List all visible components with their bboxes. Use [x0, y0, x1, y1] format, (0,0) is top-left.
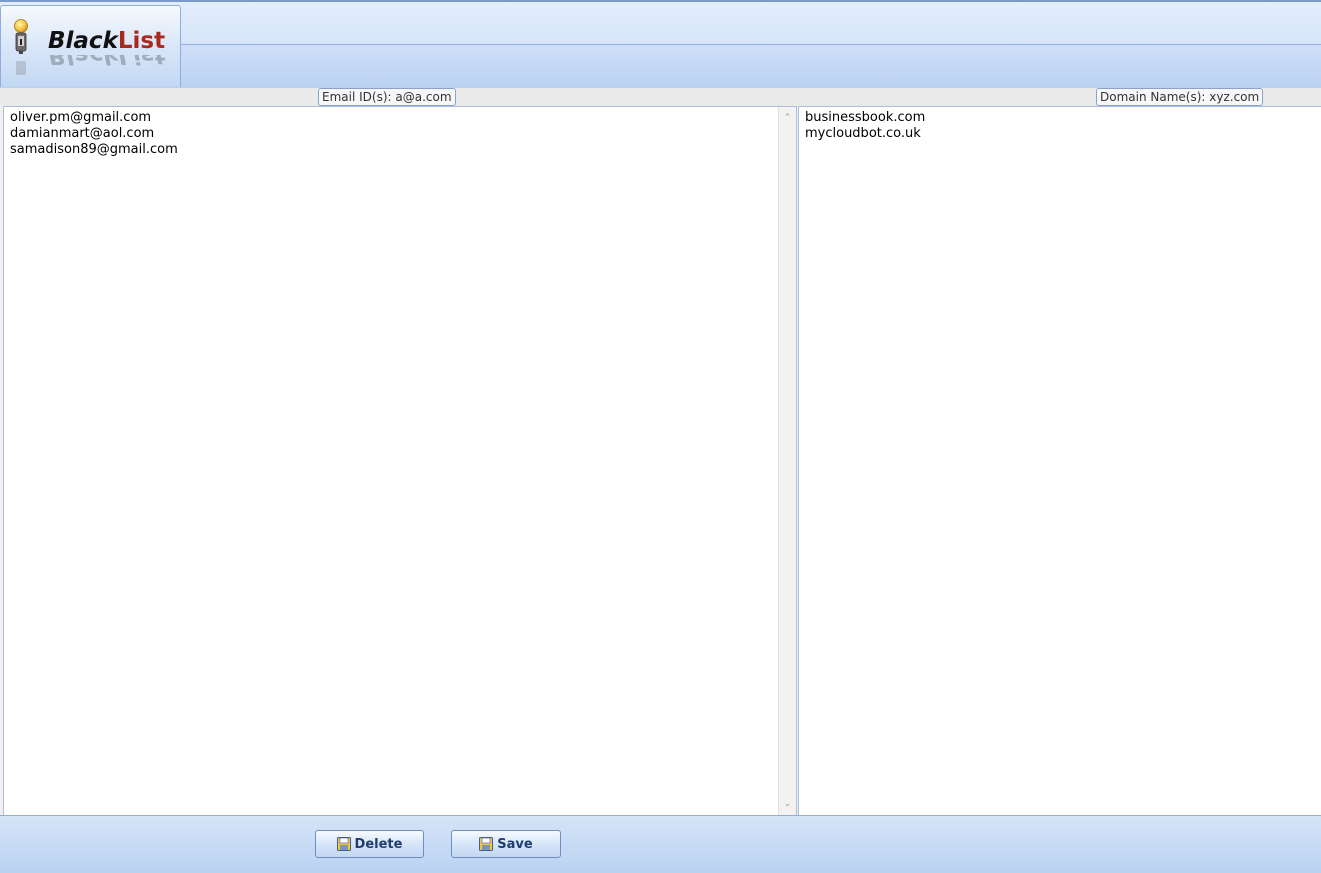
delete-button[interactable]: Delete: [315, 830, 424, 858]
email-scrollbar[interactable]: ⌃ ⌄: [778, 107, 796, 815]
header-band: [0, 44, 1321, 89]
domain-list-text[interactable]: businessbook.com mycloudbot.co.uk: [799, 107, 1321, 145]
scroll-down-arrow-icon[interactable]: ⌄: [779, 795, 796, 813]
domain-field-label: Domain Name(s): xyz.com: [1096, 88, 1264, 106]
lightbulb-reflection-icon: [16, 61, 26, 75]
app-title: BlackList: [48, 27, 165, 55]
header-bar: BlackList BlackList: [0, 2, 1321, 89]
save-button-label: Save: [497, 836, 533, 852]
tab-blacklist[interactable]: BlackList BlackList: [0, 5, 181, 87]
app-title-part1: Black: [48, 28, 118, 54]
domain-textarea[interactable]: businessbook.com mycloudbot.co.uk: [798, 106, 1321, 816]
floppy-disk-icon: [479, 837, 494, 851]
email-textarea[interactable]: oliver.pm@gmail.com damianmart@aol.com s…: [3, 106, 797, 816]
delete-button-label: Delete: [354, 836, 403, 852]
app-title-reflection: BlackList: [48, 55, 166, 68]
email-field-label: Email ID(s): a@a.com: [318, 88, 456, 106]
lightbulb-icon: [14, 19, 28, 54]
footer-toolbar: [0, 815, 1321, 873]
save-button[interactable]: Save: [451, 830, 561, 858]
floppy-disk-icon: [336, 837, 351, 851]
scroll-up-arrow-icon[interactable]: ⌃: [779, 109, 796, 127]
email-list-text[interactable]: oliver.pm@gmail.com damianmart@aol.com s…: [4, 107, 796, 161]
app-title-part2: List: [117, 28, 166, 54]
